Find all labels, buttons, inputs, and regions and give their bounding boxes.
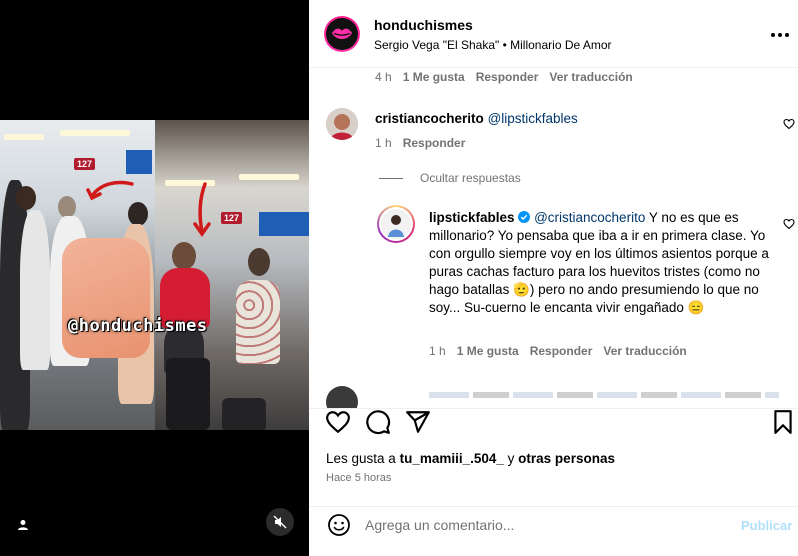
- reply-button[interactable]: Responder: [476, 70, 539, 84]
- photo-left-half: 127: [0, 120, 155, 430]
- publish-button[interactable]: Publicar: [741, 518, 792, 533]
- user-tag-icon: [18, 520, 28, 530]
- post-time: Hace 5 horas: [326, 472, 392, 484]
- person-floral-shirt: [236, 280, 280, 364]
- more-options-button[interactable]: [771, 30, 791, 40]
- comment-time: 1 h: [429, 344, 446, 358]
- comment-input[interactable]: [365, 515, 725, 535]
- comment-text: cristiancocherito @lipstickfables: [375, 110, 755, 128]
- mute-icon: [273, 515, 287, 529]
- reply-button[interactable]: Responder: [403, 136, 466, 150]
- post-details-panel: honduchismes Sergio Vega "El Shaka" • Mi…: [309, 0, 798, 556]
- comment-time: 1 h: [375, 136, 392, 150]
- person-head: [248, 248, 270, 276]
- heart-icon[interactable]: [783, 218, 795, 230]
- reply-button[interactable]: Responder: [530, 344, 593, 358]
- comment-meta: 4 h 1 Me gusta Responder Ver traducción: [375, 70, 644, 84]
- emoji-icon[interactable]: [327, 513, 351, 537]
- replies-divider: [379, 178, 403, 179]
- heart-icon[interactable]: [325, 409, 351, 435]
- avatar[interactable]: [326, 386, 358, 408]
- reply-text: lipstickfables @cristiancocherito Y no e…: [429, 209, 779, 317]
- more-icon: [771, 33, 775, 37]
- reply-body: Y no es que es millonario? Yo pensaba qu…: [429, 210, 769, 315]
- person-figure: [20, 210, 50, 370]
- add-comment-bar: Publicar: [309, 506, 798, 556]
- likes-suffix: y: [507, 451, 515, 466]
- comment-meta: 1 h 1 Me gusta Responder Ver traducción: [429, 344, 698, 358]
- person-head: [128, 202, 148, 226]
- more-icon-dot: [778, 33, 782, 37]
- translate-button[interactable]: Ver traducción: [549, 70, 632, 84]
- heart-icon[interactable]: [783, 118, 795, 130]
- audio-track[interactable]: Sergio Vega "El Shaka" • Millonario De A…: [374, 38, 612, 52]
- gate-sign: 127: [221, 212, 243, 224]
- verified-badge-icon: [518, 211, 531, 223]
- info-screen: [126, 150, 152, 174]
- comment-icon[interactable]: [365, 409, 391, 435]
- hide-replies-button[interactable]: Ocultar respuestas: [420, 171, 521, 185]
- person-head: [58, 196, 76, 218]
- avatar-image: [379, 207, 413, 241]
- gate-sign: 127: [74, 158, 96, 170]
- lips-logo-icon: [332, 28, 352, 39]
- comment-likes[interactable]: 1 Me gusta: [403, 70, 465, 84]
- likes-user[interactable]: tu_mamiii_.504_: [400, 451, 504, 466]
- red-arrow-icon: [193, 182, 211, 238]
- next-comment-clipped: [429, 392, 779, 398]
- avatar[interactable]: [326, 108, 358, 140]
- post-photo: 127 127 @honduchismes: [0, 120, 309, 430]
- more-icon-dot: [785, 33, 789, 37]
- comment-likes[interactable]: 1 Me gusta: [457, 344, 519, 358]
- comment-mention[interactable]: @lipstickfables: [488, 111, 578, 126]
- backpack: [62, 238, 150, 358]
- avatar[interactable]: [377, 205, 415, 243]
- avatar-image: [326, 108, 358, 140]
- likes-summary: Les gusta a tu_mamiii_.504_ y otras pers…: [326, 451, 615, 466]
- post-username[interactable]: honduchismes: [374, 17, 473, 33]
- photo-watermark: @honduchismes: [68, 316, 208, 336]
- ceiling-light: [239, 174, 299, 180]
- info-screen: [259, 212, 309, 236]
- comment-username[interactable]: lipstickfables: [429, 210, 515, 225]
- comment-mention[interactable]: @cristiancocherito: [534, 210, 645, 225]
- person-head: [172, 242, 196, 270]
- mute-button[interactable]: [266, 508, 294, 536]
- ceiling-light: [4, 134, 44, 140]
- likes-prefix: Les gusta a: [326, 451, 396, 466]
- red-arrow-icon: [86, 180, 134, 201]
- translate-button[interactable]: Ver traducción: [603, 344, 686, 358]
- suitcase: [166, 358, 210, 430]
- comment-time: 4 h: [375, 70, 392, 84]
- comment-username[interactable]: cristiancocherito: [375, 111, 484, 126]
- post-actions: Les gusta a tu_mamiii_.504_ y otras pers…: [309, 408, 798, 508]
- person-head: [16, 186, 36, 210]
- comments-list[interactable]: 4 h 1 Me gusta Responder Ver traducción cri…: [309, 68, 798, 408]
- post-media[interactable]: 127 127 @honduchismes: [0, 0, 309, 556]
- avatar[interactable]: [324, 16, 360, 52]
- suitcase: [222, 398, 266, 430]
- ceiling-light: [60, 130, 130, 136]
- likes-others-link[interactable]: otras personas: [518, 451, 615, 466]
- post-header: honduchismes Sergio Vega "El Shaka" • Mi…: [309, 0, 798, 68]
- user-tag-button[interactable]: [9, 511, 37, 539]
- share-icon[interactable]: [405, 409, 431, 435]
- comment-meta: 1 h Responder: [375, 136, 476, 150]
- bookmark-icon[interactable]: [770, 409, 796, 435]
